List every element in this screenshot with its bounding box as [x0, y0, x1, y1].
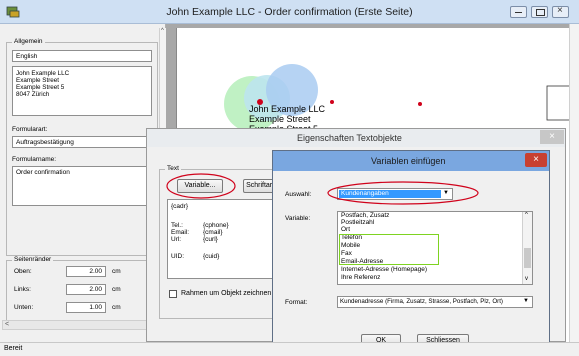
margin-top-unit: cm: [112, 268, 121, 275]
variable-item[interactable]: Postleitzahl: [341, 219, 374, 226]
variable-list[interactable]: Postfach, Zusatz Postleitzahl Ort Telefo…: [337, 211, 533, 285]
content-email-value: {cmail}: [203, 229, 223, 236]
form-name-field[interactable]: Order confirmation: [12, 166, 152, 206]
main-titlebar: John Example LLC - Order confirmation (E…: [0, 0, 579, 24]
frame-checkbox[interactable]: [169, 290, 177, 298]
text-group-label: Text: [165, 165, 181, 172]
selection-label: Auswahl:: [285, 191, 312, 198]
form-name-value: Order confirmation: [16, 169, 70, 176]
preview-address-line-2: Example Street: [249, 114, 311, 124]
form-type-field[interactable]: Auftragsbestätigung: [12, 136, 152, 148]
content-cadr: {cadr}: [171, 203, 188, 210]
form-name-label: Formularname:: [12, 156, 57, 163]
variable-list-scrollbar[interactable]: ^ v: [522, 212, 532, 284]
scroll-down-arrow-icon[interactable]: v: [525, 276, 528, 282]
variable-item[interactable]: Postfach, Zusatz: [341, 212, 389, 219]
scroll-up-arrow-icon[interactable]: ^: [161, 28, 164, 34]
properties-panel: Allgemein English John Example LLC Examp…: [0, 24, 166, 342]
scroll-up-arrow-icon[interactable]: ^: [525, 212, 528, 218]
dropdown-arrow-icon[interactable]: ▼: [523, 298, 529, 304]
content-url-value: {curl}: [203, 236, 218, 243]
address-line-3: Example Street 5: [16, 84, 65, 91]
address-field[interactable]: John Example LLC Example Street Example …: [12, 66, 152, 116]
margin-left-label: Links:: [14, 286, 31, 293]
address-line-2: Example Street: [16, 77, 60, 84]
window-title: John Example LLC - Order confirmation (E…: [166, 6, 413, 18]
margins-label: Seitenränder: [12, 256, 54, 263]
margin-left-unit: cm: [112, 286, 121, 293]
content-uid-label: UID:: [171, 253, 184, 260]
form-type-label: Formularart:: [12, 126, 48, 133]
status-text: Bereit: [4, 345, 23, 352]
margin-left-value: 2.00: [89, 286, 102, 293]
margin-bottom-input[interactable]: 1.00: [66, 302, 106, 313]
content-url-label: Url:: [171, 236, 182, 243]
minimize-button[interactable]: [510, 6, 527, 18]
variable-button-highlight: [166, 173, 236, 199]
close-window-button[interactable]: [552, 5, 569, 18]
content-uid-value: {cuid}: [203, 253, 220, 260]
preview-vscrollbar[interactable]: [569, 24, 579, 342]
close-icon[interactable]: ×: [525, 153, 547, 167]
margin-top-input[interactable]: 2.00: [66, 266, 106, 277]
insert-variables-dialog: Variablen einfügen × Auswahl: Kundenanga…: [272, 150, 550, 356]
language-value: English: [16, 53, 38, 60]
insert-variables-title: Variablen einfügen: [371, 156, 446, 166]
variable-item[interactable]: Ihre Referenz: [341, 274, 380, 281]
text-object-dialog-title: Eigenschaften Textobjekte: [297, 133, 402, 143]
margin-bottom-value: 1.00: [89, 304, 102, 311]
margin-bottom-unit: cm: [112, 304, 121, 311]
variable-item[interactable]: Ort: [341, 226, 350, 233]
logo-graphic: [224, 64, 579, 132]
format-dropdown[interactable]: Kundenadresse (Firma, Zusatz, Strasse, P…: [337, 296, 533, 308]
frame-checkbox-label: Rahmen um Objekt zeichnen: [181, 290, 272, 297]
margin-left-input[interactable]: 2.00: [66, 284, 106, 295]
maximize-button[interactable]: [531, 6, 548, 18]
variable-item[interactable]: Internet-Adresse (Homepage): [341, 266, 427, 273]
form-type-value: Auftragsbestätigung: [16, 139, 74, 146]
address-line-4: 8047 Zürich: [16, 91, 50, 98]
content-email-label: Email:: [171, 229, 190, 236]
content-tel-value: {cphone}: [203, 222, 229, 229]
format-value: Kundenadresse (Firma, Zusatz, Strasse, P…: [340, 298, 503, 305]
content-tel-label: Tel.:: [171, 222, 183, 229]
general-label: Allgemein: [12, 38, 45, 45]
language-field[interactable]: English: [12, 50, 152, 62]
margin-top-label: Oben:: [14, 268, 32, 275]
status-bar: Bereit: [0, 342, 579, 356]
insert-variables-titlebar: Variablen einfügen ×: [273, 151, 549, 171]
margin-top-value: 2.00: [89, 268, 102, 275]
address-line-1: John Example LLC: [16, 70, 70, 77]
margin-bottom-label: Unten:: [14, 304, 34, 311]
format-label: Format:: [285, 299, 308, 306]
left-panel-hscrollbar[interactable]: <: [2, 320, 162, 330]
preview-address-line-1: John Example LLC: [249, 104, 326, 114]
variable-group-highlight: [339, 234, 439, 265]
close-icon[interactable]: ×: [540, 130, 564, 144]
selection-dropdown-highlight: [327, 181, 479, 205]
text-object-dialog-titlebar: Eigenschaften Textobjekte ×: [147, 129, 565, 147]
scrollbar-thumb[interactable]: [524, 248, 531, 268]
scroll-left-arrow-icon[interactable]: <: [5, 321, 9, 328]
variable-label: Variable:: [285, 215, 311, 222]
